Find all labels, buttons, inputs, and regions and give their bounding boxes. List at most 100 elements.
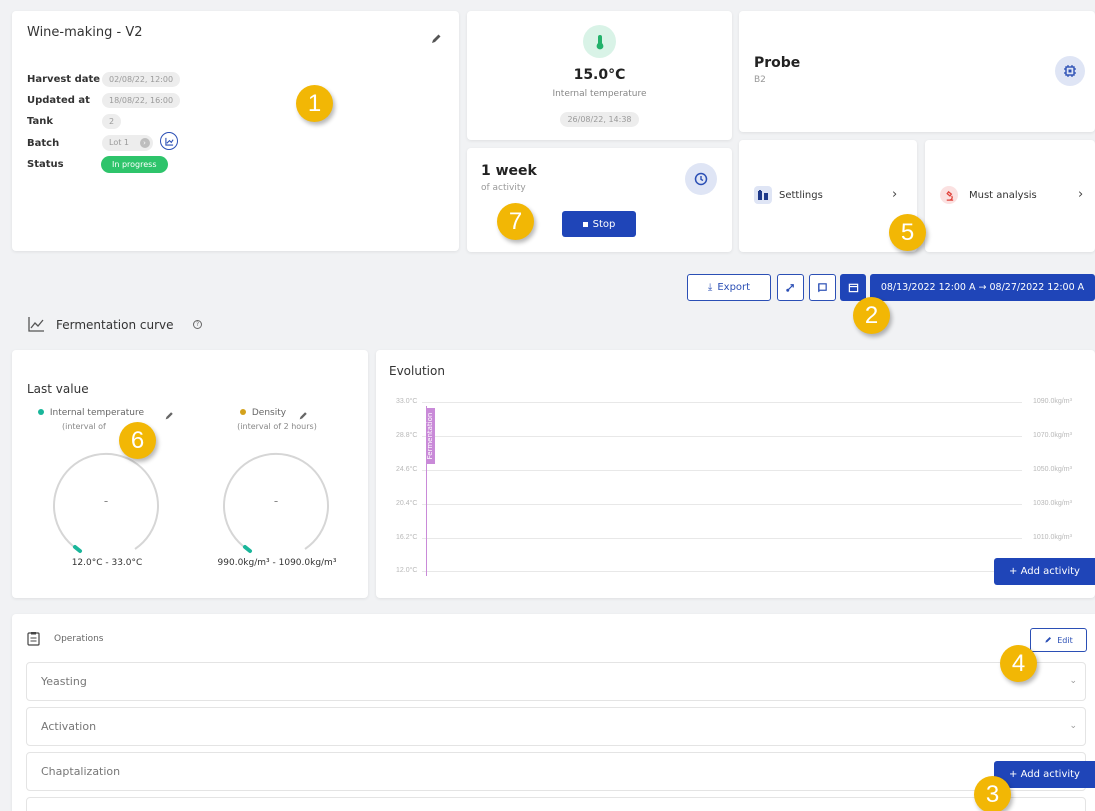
stop-icon: [582, 221, 588, 227]
help-icon[interactable]: ?: [193, 320, 202, 329]
activity-title: 1 week: [481, 163, 537, 179]
probe-card: Probe B2: [739, 11, 1095, 132]
y-tick-left: 12.0°C: [396, 567, 418, 574]
gauge-density-legend: Density: [240, 408, 286, 418]
gauge-density-name: Density: [251, 408, 287, 418]
operation-label: Yeasting: [41, 675, 87, 688]
operations-title: Operations: [54, 634, 104, 644]
edit-icon[interactable]: [430, 30, 442, 49]
add-activity-button[interactable]: + Add activity: [994, 761, 1095, 788]
info-card: Wine-making - V2 Harvest date 02/08/22, …: [12, 11, 459, 251]
operation-row-next[interactable]: [26, 797, 1086, 811]
clock-icon: [685, 163, 717, 195]
gauge-density-interval: (interval of 2 hours): [237, 422, 317, 431]
calendar-icon: [848, 283, 858, 293]
gridline: [422, 504, 1022, 505]
gauge-temperature-name: Internal temperature: [49, 408, 144, 418]
harvest-date-value: 02/08/22, 12:00: [102, 72, 181, 87]
share-icon: [786, 284, 794, 292]
y-tick-left: 24.6°C: [396, 466, 418, 473]
gridline: [422, 436, 1022, 437]
info-title: Wine-making - V2: [27, 25, 143, 40]
updated-at-label: Updated at: [27, 95, 90, 106]
gridline: [422, 470, 1022, 471]
chevron-down-icon: ⌄: [1069, 676, 1077, 686]
last-value-title: Last value: [27, 382, 89, 396]
clipboard-icon: [27, 631, 40, 650]
updated-at-value: 18/08/22, 16:00: [102, 93, 181, 108]
gauge-temperature-legend: Internal temperature: [38, 408, 144, 418]
y-tick-left: 20.4°C: [396, 500, 418, 507]
gridline: [422, 538, 1022, 539]
temperature-card: 15.0°C Internal temperature 26/08/22, 14…: [467, 11, 732, 140]
y-tick-right: 1050.0kg/m³: [1033, 466, 1072, 473]
gauge-density-range: 990.0kg/m³ - 1090.0kg/m³: [217, 558, 337, 568]
chart-link-icon[interactable]: [160, 132, 178, 150]
status-label: Status: [27, 159, 64, 170]
y-tick-left: 33.0°C: [396, 398, 418, 405]
must-analysis-card[interactable]: Must analysis ›: [925, 140, 1095, 252]
calendar-button[interactable]: [840, 274, 866, 301]
operation-label: Chaptalization: [41, 765, 121, 778]
temperature-label: Internal temperature: [552, 89, 647, 99]
arrow-right-icon[interactable]: ›: [139, 138, 150, 148]
export-button[interactable]: ⤓ Export: [687, 274, 771, 301]
chevron-right-icon: ›: [892, 187, 898, 202]
share-button[interactable]: [777, 274, 804, 301]
flag-icon: [818, 283, 827, 293]
batch-text: Lot 1: [109, 138, 129, 147]
export-label: Export: [717, 282, 751, 293]
gridline: [422, 402, 1022, 403]
probe-subtitle: B2: [754, 75, 766, 85]
chevron-right-icon: ›: [1078, 187, 1084, 202]
flag-button[interactable]: [809, 274, 836, 301]
y-tick-right: 1030.0kg/m³: [1033, 500, 1072, 507]
stop-button[interactable]: Stop: [562, 211, 636, 237]
operation-row-yeasting[interactable]: Yeasting ⌄: [26, 662, 1086, 701]
chevron-down-icon: ⌄: [1069, 721, 1077, 731]
gold-dot-icon: [240, 409, 246, 415]
operation-row-chaptalization[interactable]: Chaptalization: [26, 752, 1086, 791]
download-icon: ⤓: [707, 282, 713, 293]
y-tick-right: 1010.0kg/m³: [1033, 534, 1072, 541]
batch-label: Batch: [27, 138, 60, 149]
edit-icon: [1045, 637, 1052, 643]
date-range-button[interactable]: 08/13/2022 12:00 A → 08/27/2022 12:00 A: [870, 274, 1095, 301]
annotation-badge-7: 7: [497, 203, 534, 240]
annotation-badge-3: 3: [974, 776, 1011, 811]
add-activity-button[interactable]: + Add activity: [994, 558, 1095, 585]
fermentation-marker[interactable]: Fermentation: [426, 408, 435, 464]
teal-dot-icon: [38, 409, 44, 415]
stop-label: Stop: [592, 218, 616, 230]
fermentation-curve-icon: [28, 316, 45, 336]
edit-button[interactable]: Edit: [1030, 628, 1087, 652]
gauge-temperature-range: 12.0°C - 33.0°C: [71, 558, 143, 568]
batch-value[interactable]: Lot 1 ›: [102, 135, 153, 151]
fermentation-marker-label: Fermentation: [426, 412, 434, 460]
annotation-badge-4: 4: [1000, 645, 1037, 682]
harvest-date-label: Harvest date: [27, 74, 101, 85]
status-badge: In progress: [101, 156, 168, 173]
y-tick-left: 28.8°C: [396, 432, 418, 439]
settlings-icon: [754, 186, 772, 204]
evolution-title: Evolution: [389, 364, 445, 378]
section-title: Fermentation curve: [56, 318, 174, 332]
settlings-label: Settlings: [779, 190, 823, 201]
thermometer-icon: [583, 25, 616, 58]
operation-row-activation[interactable]: Activation ⌄: [26, 707, 1086, 746]
gauge-temperature-value: -: [103, 494, 109, 508]
edit-label: Edit: [1057, 635, 1073, 645]
edit-icon[interactable]: [164, 406, 174, 425]
activity-subtitle: of activity: [481, 183, 526, 193]
gauge-temperature-interval: (interval of: [62, 422, 106, 431]
probe-title: Probe: [754, 55, 801, 71]
gauge-density-value: -: [273, 494, 279, 508]
tank-value: 2: [102, 114, 122, 129]
temperature-date: 26/08/22, 14:38: [560, 112, 639, 127]
y-tick-left: 16.2°C: [396, 534, 418, 541]
last-value-card: Last value Internal temperature (interva…: [12, 350, 368, 598]
annotation-badge-5: 5: [889, 214, 926, 251]
annotation-badge-6: 6: [119, 422, 156, 459]
annotation-badge-2: 2: [853, 297, 890, 334]
must-analysis-label: Must analysis: [969, 190, 1037, 201]
